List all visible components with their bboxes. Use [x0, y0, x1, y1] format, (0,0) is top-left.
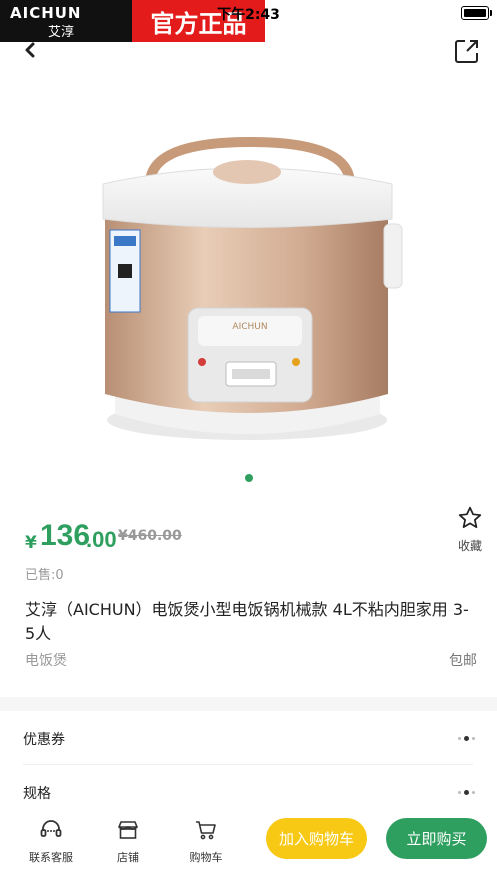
product-image[interactable]: AICHUN [0, 64, 497, 496]
chevron-left-icon [25, 42, 35, 58]
rice-cooker-image: AICHUN [102, 136, 403, 440]
original-price: ¥460.00 [118, 528, 182, 544]
share-button[interactable] [453, 37, 481, 65]
more-icon [458, 736, 475, 741]
svg-text:AICHUN: AICHUN [232, 322, 267, 332]
customer-service-tab[interactable]: 联系客服 [16, 818, 86, 865]
currency-symbol: ¥ [25, 533, 37, 553]
product-category: 电饭煲 [25, 653, 67, 669]
headset-icon [40, 820, 62, 837]
product-title: 艾淳（AICHUN）电饭煲小型电饭锅机械款 4L不粘内胆家用 3-5人 [25, 600, 469, 643]
section-divider [0, 697, 497, 711]
share-icon [455, 40, 478, 63]
store-tab[interactable]: 店铺 [93, 818, 163, 865]
favorite-label: 收藏 [457, 539, 482, 553]
cart-tab[interactable]: 购物车 [171, 818, 241, 865]
coupon-label: 优惠券 [23, 732, 65, 748]
price-decimal: .00 [86, 527, 117, 552]
status-time: 下午2:43 [217, 7, 280, 23]
row-divider [23, 764, 473, 765]
store-label: 店铺 [117, 851, 139, 864]
coupon-row[interactable]: 优惠券 [0, 712, 497, 766]
battery-icon [461, 6, 492, 20]
bottom-action-bar: 联系客服 店铺 购物车 加入购物车 立即购买 [0, 808, 497, 883]
buy-now-button[interactable]: 立即购买 [386, 818, 487, 859]
star-icon [458, 506, 482, 528]
pager-dot-active[interactable] [244, 474, 253, 482]
shipping-badge: 包邮 [449, 653, 477, 669]
more-icon [458, 790, 475, 795]
back-button[interactable] [18, 36, 42, 64]
customer-service-label: 联系客服 [29, 851, 73, 864]
price-integer: 136 [40, 519, 91, 552]
spec-label: 规格 [23, 786, 51, 802]
cart-icon [196, 821, 216, 840]
sold-count: 已售:0 [25, 568, 64, 583]
favorite-button[interactable]: 收藏 [452, 505, 488, 554]
image-pager [0, 474, 497, 482]
cart-label: 购物车 [189, 851, 223, 864]
store-icon [118, 821, 138, 839]
add-to-cart-button[interactable]: 加入购物车 [266, 818, 367, 859]
